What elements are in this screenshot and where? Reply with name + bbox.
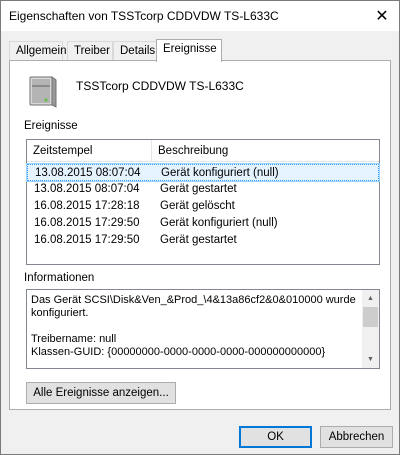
tab-treiber[interactable]: Treiber [67, 41, 113, 61]
scroll-thumb[interactable] [363, 307, 378, 327]
events-list-header: Zeitstempel Beschreibung [27, 140, 379, 162]
event-description: Gerät konfiguriert (null) [161, 167, 279, 179]
scroll-down-icon[interactable]: ▼ [362, 351, 379, 368]
event-row[interactable]: 16.08.2015 17:29:50 Gerät konfiguriert (… [27, 215, 379, 232]
event-row[interactable]: 13.08.2015 08:07:04 Gerät konfiguriert (… [26, 163, 380, 182]
column-header-description[interactable]: Beschreibung [152, 140, 379, 162]
show-all-events-button[interactable]: Alle Ereignisse anzeigen... [26, 382, 176, 404]
events-group-label: Ereignisse [24, 120, 78, 132]
window-title: Eigenschaften von TSSTcorp CDDVDW TS-L63… [9, 9, 279, 23]
event-timestamp: 13.08.2015 08:07:04 [35, 167, 141, 179]
info-group-label: Informationen [24, 272, 95, 284]
event-row[interactable]: 13.08.2015 08:07:04 Gerät gestartet [27, 181, 379, 198]
event-timestamp: 16.08.2015 17:29:50 [34, 217, 140, 229]
properties-dialog: Eigenschaften von TSSTcorp CDDVDW TS-L63… [0, 0, 400, 455]
event-timestamp: 13.08.2015 08:07:04 [34, 183, 140, 195]
event-row[interactable]: 16.08.2015 17:29:50 Gerät gestartet [27, 232, 379, 249]
tab-ereignisse[interactable]: Ereignisse [156, 39, 222, 62]
cancel-button[interactable]: Abbrechen [320, 426, 393, 448]
event-description: Gerät gestartet [160, 183, 237, 195]
computer-drive-icon [29, 76, 57, 108]
event-timestamp: 16.08.2015 17:28:18 [34, 200, 140, 212]
tab-panel-ereignisse: TSSTcorp CDDVDW TS-L633C Ereignisse Zeit… [9, 60, 391, 410]
event-timestamp: 16.08.2015 17:29:50 [34, 234, 140, 246]
info-text: Das Gerät SCSI\Disk&Ven_&Prod_\4&13a86cf… [31, 294, 356, 358]
device-name: TSSTcorp CDDVDW TS-L633C [76, 79, 244, 93]
events-list[interactable]: Zeitstempel Beschreibung 13.08.2015 08:0… [26, 139, 380, 265]
scroll-up-icon[interactable]: ▲ [362, 290, 379, 307]
column-header-timestamp[interactable]: Zeitstempel [27, 140, 152, 162]
title-bar: Eigenschaften von TSSTcorp CDDVDW TS-L63… [1, 1, 399, 31]
close-icon: ✕ [375, 8, 389, 25]
info-scrollbar[interactable]: ▲ ▼ [362, 290, 379, 368]
event-description: Gerät gelöscht [160, 200, 235, 212]
ok-button[interactable]: OK [239, 426, 312, 448]
event-description: Gerät konfiguriert (null) [160, 217, 278, 229]
info-textbox[interactable]: Das Gerät SCSI\Disk&Ven_&Prod_\4&13a86cf… [26, 289, 380, 369]
tab-allgemein[interactable]: Allgemein [9, 41, 67, 61]
event-description: Gerät gestartet [160, 234, 237, 246]
close-button[interactable]: ✕ [365, 1, 399, 31]
event-row[interactable]: 16.08.2015 17:28:18 Gerät gelöscht [27, 198, 379, 215]
tab-details[interactable]: Details [113, 41, 157, 61]
